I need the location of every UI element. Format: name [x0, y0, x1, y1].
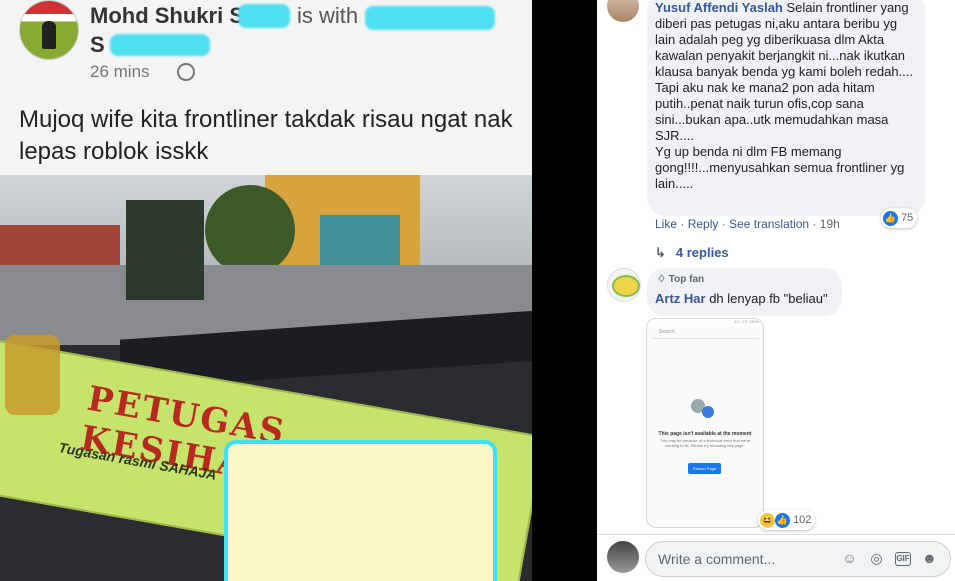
- like-link[interactable]: Like: [655, 217, 677, 231]
- camera-icon[interactable]: ◎: [868, 550, 885, 567]
- comment-input[interactable]: Write a comment... ☺ ◎ GIF ☻: [645, 541, 951, 577]
- reply-arrow-icon: ↳: [655, 245, 666, 260]
- haha-icon: 😆: [760, 512, 775, 528]
- reply-link[interactable]: Reply: [688, 217, 719, 231]
- composer-tools: ☺ ◎ GIF ☻: [841, 550, 938, 567]
- comment-text: dh lenyap fb "beliau": [709, 291, 828, 306]
- see-translation-link[interactable]: See translation: [729, 217, 809, 231]
- redaction-mark: [238, 4, 290, 28]
- like-icon: 👍: [883, 210, 898, 226]
- comment-actions: Like · Reply · See translation · 19h: [655, 217, 840, 231]
- gif-icon[interactable]: GIF: [895, 552, 911, 566]
- with-text: is with: [297, 3, 359, 28]
- comment-image[interactable]: 4G LTE 100% Search This page isn't avail…: [646, 318, 764, 528]
- redaction-mark: [110, 34, 210, 56]
- emoji-icon[interactable]: ☺: [841, 550, 858, 567]
- reaction-summary[interactable]: 😆 👍 102: [758, 510, 816, 530]
- post-caption: Mujoq wife kita frontliner takdak risau …: [19, 106, 513, 165]
- avatar-emblem: [612, 275, 640, 297]
- commenter-avatar[interactable]: [607, 268, 641, 302]
- comment-body: Yusuf Affendi Yaslah Selain frontliner y…: [655, 0, 920, 192]
- reload-page-button: Reload Page: [688, 463, 721, 474]
- redaction-mark: [365, 6, 495, 30]
- post-time[interactable]: 26 mins: [90, 62, 150, 82]
- author-avatar[interactable]: [19, 0, 79, 60]
- tagged-name[interactable]: S: [90, 32, 105, 58]
- author-name[interactable]: Mohd Shukri S: [90, 3, 244, 29]
- view-replies[interactable]: ↳ 4 replies: [655, 245, 729, 261]
- comment-placeholder: Write a comment...: [658, 551, 776, 567]
- phone-status-bar: 4G LTE 100%: [647, 319, 763, 327]
- post-panel: Mohd Shukri S is with S 26 mins Mujoq wi…: [0, 0, 597, 581]
- commenter-avatar[interactable]: [607, 0, 639, 22]
- reaction-count: 75: [901, 212, 914, 224]
- top-fan-label: Top fan: [668, 274, 705, 285]
- redaction-box: [224, 440, 497, 581]
- post: Mohd Shukri S is with S 26 mins Mujoq wi…: [0, 0, 532, 581]
- current-user-avatar[interactable]: [607, 541, 639, 573]
- comments-panel: Yusuf Affendi Yaslah Selain frontliner y…: [597, 0, 955, 581]
- comment-text: Selain frontliner yang diberi pas petuga…: [655, 0, 914, 191]
- top-fan-badge: ♢ Top fan: [657, 274, 705, 285]
- photo-truck: [126, 200, 204, 300]
- unavailable-body: This may be because of a technical error…: [659, 438, 751, 448]
- photo-tree: [205, 185, 295, 275]
- crest-emblem: [5, 335, 60, 415]
- icon-part: [702, 406, 714, 418]
- comment-time[interactable]: 19h: [820, 217, 840, 231]
- comment-bubble: Yusuf Affendi Yaslah Selain frontliner y…: [647, 0, 925, 216]
- commenter-name[interactable]: Artz Har: [655, 291, 706, 306]
- broken-link-icon: [689, 397, 719, 421]
- photo-building: [0, 225, 120, 270]
- reaction-summary[interactable]: 👍 75: [881, 208, 918, 228]
- phone-search: Search: [651, 329, 759, 339]
- commenter-name[interactable]: Yusuf Affendi Yaslah: [655, 0, 783, 15]
- comment-body: Artz Har dh lenyap fb "beliau": [655, 291, 828, 306]
- comment-bubble: ♢ Top fan Artz Har dh lenyap fb "beliau": [647, 268, 842, 316]
- globe-icon: [177, 63, 195, 81]
- reaction-count: 102: [793, 514, 812, 526]
- divider: [597, 534, 955, 535]
- avatar-figure: [42, 21, 56, 49]
- sticker-icon[interactable]: ☻: [921, 550, 938, 567]
- replies-count: 4 replies: [675, 245, 729, 260]
- unavailable-title: This page isn't available at the moment: [658, 431, 752, 437]
- like-icon: 👍: [775, 512, 790, 528]
